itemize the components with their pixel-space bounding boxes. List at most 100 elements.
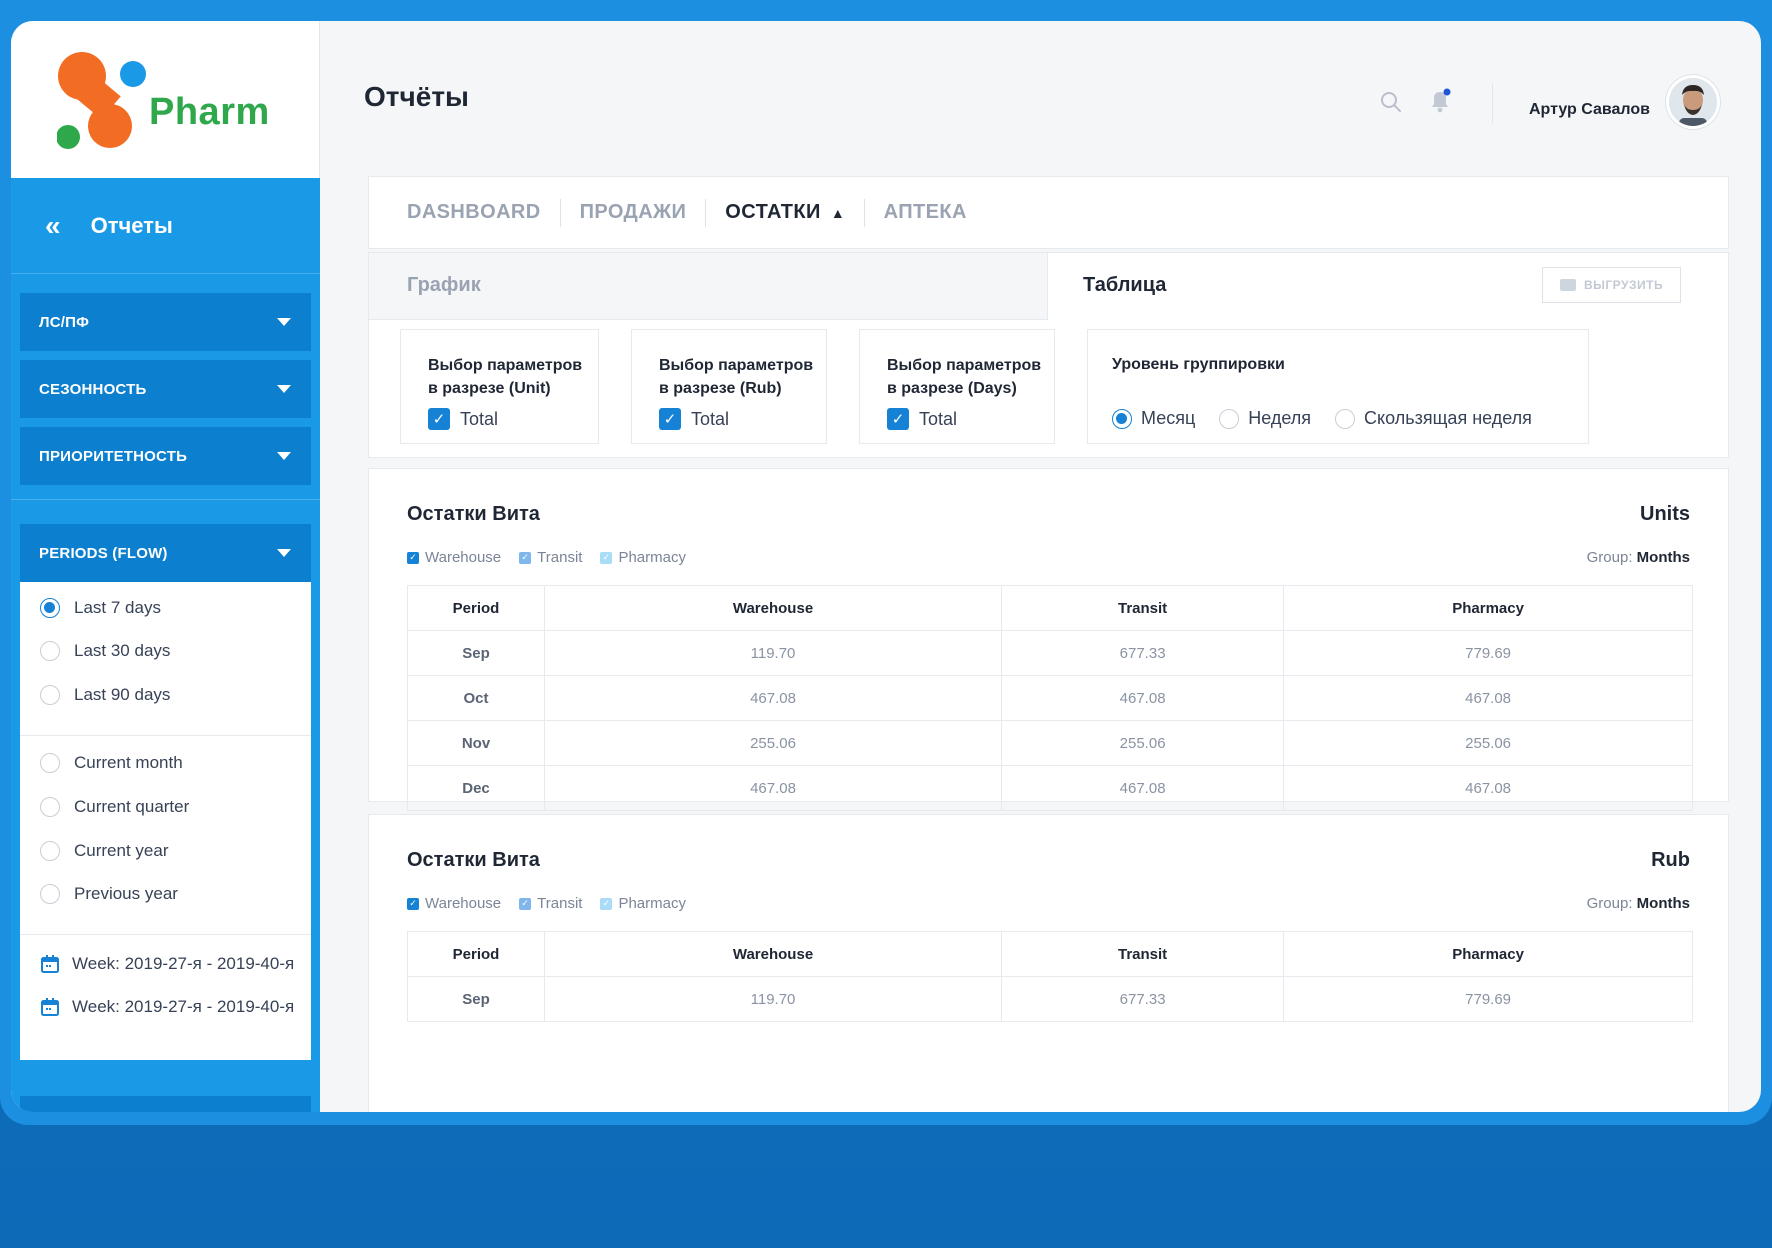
table-row: Dec 467.08 467.08 467.08: [407, 765, 1693, 811]
menu-ls-pf[interactable]: ЛС/ПФ: [20, 293, 311, 351]
total-checkbox[interactable]: ✓ Total: [887, 408, 957, 430]
period-label: Current year: [74, 841, 169, 860]
total-checkbox[interactable]: ✓ Total: [428, 408, 498, 430]
column-header[interactable]: Pharmacy: [1283, 931, 1693, 977]
menu-seasonality-label: СЕЗОННОСТЬ: [39, 380, 147, 398]
value-cell: 467.08: [1001, 675, 1285, 721]
radio[interactable]: [40, 884, 60, 904]
period-current-year[interactable]: Current year: [40, 841, 168, 861]
search-icon[interactable]: [1379, 90, 1403, 114]
period-current-month[interactable]: Current month: [40, 753, 183, 773]
column-header[interactable]: Period: [407, 931, 545, 977]
chevron-up-icon[interactable]: ▲: [831, 205, 845, 221]
table-row: Nov 255.06 255.06 255.06: [407, 720, 1693, 766]
column-header[interactable]: Transit: [1001, 585, 1285, 631]
export-icon: [1559, 279, 1576, 291]
legend-pharmacy[interactable]: ✓ Pharmacy: [600, 895, 686, 912]
menu-periods[interactable]: PERIODS (FLOW): [20, 524, 311, 582]
checkbox-checked-icon[interactable]: ✓: [887, 408, 909, 430]
total-checkbox[interactable]: ✓ Total: [659, 408, 729, 430]
sidebar-back-row[interactable]: « Отчеты: [11, 178, 320, 274]
period-previous-year[interactable]: Previous year: [40, 884, 178, 904]
column-header[interactable]: Warehouse: [543, 585, 1003, 631]
menu-priority[interactable]: ПРИОРИТЕТНОСТЬ: [20, 427, 311, 485]
radio[interactable]: [40, 641, 60, 661]
view-table-toggle[interactable]: Таблица: [1083, 274, 1166, 297]
grouping-option-week[interactable]: Неделя: [1248, 408, 1311, 429]
group-prefix: Group:: [1586, 549, 1633, 566]
period-cell: Dec: [407, 765, 545, 811]
column-header[interactable]: Transit: [1001, 931, 1285, 977]
param-title-line: в разрезе (Rub): [659, 380, 782, 397]
legend-transit[interactable]: ✓ Transit: [519, 895, 582, 912]
checkbox-label: Total: [691, 408, 730, 429]
period-label: Current month: [74, 753, 183, 772]
period-label: Last 30 days: [74, 641, 171, 660]
periods-divider: [20, 735, 311, 736]
group-value: Months: [1636, 549, 1690, 566]
value-cell: 467.08: [1001, 765, 1285, 811]
table-legend: ✓ Warehouse ✓ Transit ✓ Pharmacy: [407, 549, 704, 566]
export-button[interactable]: ВЫГРУЗИТЬ: [1542, 267, 1681, 303]
radio-selected[interactable]: [1112, 408, 1132, 429]
value-cell: 255.06: [1001, 720, 1285, 766]
user-name[interactable]: Артур Савалов: [1529, 101, 1650, 119]
column-header[interactable]: Pharmacy: [1283, 585, 1693, 631]
logo[interactable]: Pharm: [11, 21, 320, 178]
stock-table-card-units: Остатки Вита Units ✓ Warehouse ✓ Transit ✓…: [368, 468, 1729, 811]
tab-sales[interactable]: ПРОДАЖИ: [580, 201, 687, 224]
radio[interactable]: [40, 753, 60, 773]
grouping-option-month[interactable]: Месяц: [1141, 408, 1195, 429]
radio[interactable]: [40, 685, 60, 705]
legend-label: Warehouse: [425, 549, 502, 566]
period-current-quarter[interactable]: Current quarter: [40, 797, 189, 817]
checkbox-checked-icon[interactable]: ✓: [519, 897, 532, 910]
checkbox-checked-icon[interactable]: ✓: [407, 897, 419, 910]
week-range-1[interactable]: Week: 2019-27-я - 2019-40-я: [40, 954, 294, 974]
checkbox-checked-icon[interactable]: ✓: [600, 897, 613, 910]
param-title-line: Выбор параметров: [428, 357, 583, 374]
table-header-row: Period Warehouse Transit Pharmacy: [407, 585, 1693, 631]
legend-transit[interactable]: ✓ Transit: [519, 549, 582, 566]
checkbox-checked-icon[interactable]: ✓: [428, 408, 450, 430]
radio[interactable]: [1335, 408, 1356, 429]
value-cell: 677.33: [1001, 630, 1285, 676]
period-last-7[interactable]: Last 7 days: [40, 598, 161, 618]
grouping-option-rolling-week[interactable]: Скользящая неделя: [1364, 408, 1532, 429]
double-chevron-left-icon[interactable]: «: [45, 210, 61, 242]
tab-pharmacy[interactable]: АПТЕКА: [884, 201, 967, 224]
legend-warehouse[interactable]: ✓ Warehouse: [407, 549, 501, 566]
param-title-line: в разрезе (Days): [887, 380, 1017, 397]
menu-priority-label: ПРИОРИТЕТНОСТЬ: [39, 447, 188, 465]
bell-icon[interactable]: [1427, 87, 1453, 115]
checkbox-checked-icon[interactable]: ✓: [519, 551, 532, 564]
legend-label: Transit: [537, 895, 583, 912]
sidebar-next-menu[interactable]: [20, 1096, 311, 1112]
view-chart-toggle[interactable]: График: [369, 253, 1048, 320]
value-cell: 779.69: [1283, 630, 1693, 676]
checkbox-checked-icon[interactable]: ✓: [600, 551, 613, 564]
checkbox-checked-icon[interactable]: ✓: [659, 408, 681, 430]
avatar[interactable]: [1666, 75, 1720, 129]
tab-dashboard[interactable]: DASHBOARD: [407, 201, 541, 224]
sidebar-divider: [11, 499, 320, 500]
radio[interactable]: [40, 797, 60, 817]
checkbox-checked-icon[interactable]: ✓: [407, 551, 419, 564]
radio[interactable]: [40, 841, 60, 861]
period-label: Previous year: [74, 884, 178, 903]
radio-selected[interactable]: [40, 598, 60, 618]
menu-seasonality[interactable]: СЕЗОННОСТЬ: [20, 360, 311, 418]
legend-pharmacy[interactable]: ✓ Pharmacy: [600, 549, 686, 566]
legend-warehouse[interactable]: ✓ Warehouse: [407, 895, 501, 912]
period-last-30[interactable]: Last 30 days: [40, 641, 170, 661]
param-title: Выбор параметров в разрезе (Rub): [659, 354, 813, 400]
tab-stock[interactable]: ОСТАТКИ: [725, 201, 821, 224]
param-card-rub: Выбор параметров в разрезе (Rub) ✓ Total: [631, 329, 827, 444]
legend-label: Warehouse: [425, 895, 502, 912]
column-header[interactable]: Period: [407, 585, 545, 631]
week-range-2[interactable]: Week: 2019-27-я - 2019-40-я: [40, 997, 294, 1017]
period-last-90[interactable]: Last 90 days: [40, 685, 170, 705]
param-title: Выбор параметров в разрезе (Unit): [428, 354, 582, 400]
column-header[interactable]: Warehouse: [543, 931, 1003, 977]
radio[interactable]: [1219, 408, 1240, 429]
